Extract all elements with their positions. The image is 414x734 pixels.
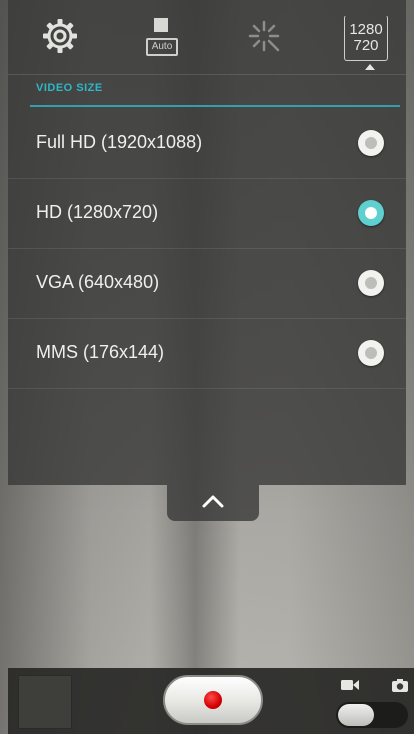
option-label: HD (1280x720) (36, 202, 159, 222)
video-size-indicator: 1280 720 (344, 15, 388, 61)
scene-auto-icon: Auto (143, 16, 178, 60)
video-size-width: 1280 (349, 21, 383, 38)
option-label: MMS (176x144) (36, 342, 165, 362)
selected-caret-icon (365, 64, 375, 70)
radio-button[interactable] (358, 270, 384, 296)
radio-button[interactable] (358, 340, 384, 366)
section-title: VIDEO SIZE (36, 82, 103, 94)
option-hd[interactable]: HD (1280x720) (8, 178, 406, 249)
option-vga[interactable]: VGA (640x480) (8, 248, 406, 319)
gallery-thumbnail[interactable] (18, 675, 72, 729)
settings-button[interactable] (32, 10, 88, 66)
sparkle-icon (242, 14, 286, 63)
radio-button-selected[interactable] (358, 200, 384, 226)
effects-button[interactable] (236, 10, 292, 66)
video-size-height: 720 (353, 37, 379, 54)
video-camera-icon (340, 678, 360, 697)
gear-icon (40, 16, 80, 61)
video-size-panel: Auto 1280 720 VIDEO SIZE Full HD (1920x1… (8, 0, 406, 485)
radio-button[interactable] (358, 130, 384, 156)
toggle-knob[interactable] (338, 704, 374, 726)
record-icon (204, 691, 222, 709)
option-label: VGA (640x480) (36, 272, 160, 292)
video-size-button[interactable]: 1280 720 (338, 10, 394, 66)
section-divider (30, 105, 400, 107)
record-button[interactable] (163, 675, 263, 725)
chevron-up-icon (200, 493, 226, 514)
option-mms[interactable]: MMS (176x144) (8, 318, 406, 389)
collapse-panel-button[interactable] (167, 485, 259, 521)
camera-control-bar (8, 668, 414, 734)
camera-settings-bar: Auto 1280 720 (8, 0, 406, 75)
scene-mode-label: Auto (146, 38, 178, 56)
camera-mode-toggle[interactable] (336, 702, 408, 728)
option-label: Full HD (1920x1088) (36, 132, 203, 152)
scene-mode-button[interactable]: Auto (132, 10, 188, 66)
camera-icon (391, 678, 409, 698)
option-full-hd[interactable]: Full HD (1920x1088) (8, 108, 406, 179)
